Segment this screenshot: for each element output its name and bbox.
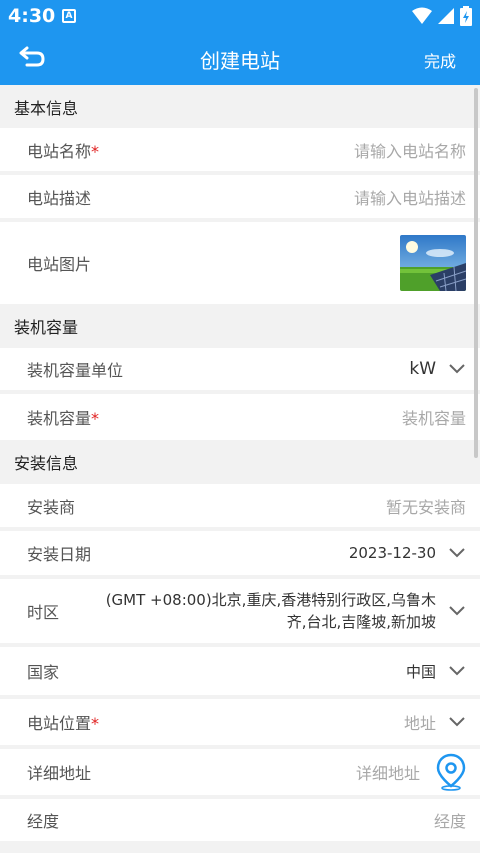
installer-value[interactable]: 暂无安装商 [386, 494, 466, 518]
battery-icon [460, 6, 472, 26]
install-date-select[interactable]: 2023-12-30 [349, 544, 436, 562]
section-install-info: 安装信息 [0, 440, 480, 484]
station-name-label: 电站名称* [27, 141, 100, 161]
chevron-down-icon [449, 548, 465, 558]
capacity-label: 装机容量* [27, 409, 100, 428]
capacity-unit-row[interactable]: 装机容量单位 kW [0, 348, 480, 394]
install-date-row[interactable]: 安装日期 2023-12-30 [0, 531, 480, 579]
detail-address-row[interactable]: 详细地址 详细地址 [0, 749, 480, 799]
timezone-row[interactable]: 时区 (GMT +08:00)北京,重庆,香港特别行政区,乌鲁木齐,台北,吉隆坡… [0, 579, 480, 647]
longitude-row[interactable]: 经度 经度 [0, 799, 480, 845]
solar-panel-image [400, 235, 466, 291]
chevron-down-icon [449, 666, 465, 676]
station-name-row[interactable]: 电站名称* 请输入电站名称 [0, 128, 480, 175]
install-date-label: 安装日期 [27, 545, 92, 564]
section-basic-info: 基本信息 [0, 85, 480, 128]
status-time: 4:30 [8, 5, 56, 27]
station-location-select[interactable]: 地址 [404, 710, 436, 734]
app-bar: 创建电站 完成 [0, 32, 480, 85]
longitude-input[interactable]: 经度 [434, 808, 466, 832]
station-desc-row[interactable]: 电站描述 请输入电站描述 [0, 175, 480, 222]
timezone-select[interactable]: (GMT +08:00)北京,重庆,香港特别行政区,乌鲁木齐,台北,吉隆坡,新加… [96, 589, 436, 633]
notification-a-icon: A [62, 9, 76, 23]
detail-address-label: 详细地址 [27, 764, 92, 783]
station-location-row[interactable]: 电站位置* 地址 [0, 699, 480, 749]
installer-label: 安装商 [27, 497, 76, 517]
timezone-label: 时区 [27, 603, 60, 622]
chevron-down-icon [449, 717, 465, 727]
chevron-down-icon [449, 364, 465, 374]
capacity-input[interactable]: 装机容量 [402, 405, 466, 429]
country-select[interactable]: 中国 [406, 661, 436, 682]
location-pin-icon[interactable] [436, 753, 466, 791]
capacity-unit-select[interactable]: kW [409, 359, 436, 379]
station-desc-label: 电站描述 [27, 188, 92, 208]
section-capacity: 装机容量 [0, 304, 480, 348]
chevron-down-icon [449, 606, 465, 616]
wifi-icon [412, 7, 432, 24]
scrollbar[interactable] [474, 88, 478, 458]
page-title: 创建电站 [200, 49, 280, 73]
capacity-row[interactable]: 装机容量* 装机容量 [0, 394, 480, 440]
station-name-input[interactable]: 请输入电站名称 [354, 138, 466, 162]
form-content: 基本信息 电站名称* 请输入电站名称 电站描述 请输入电站描述 电站图片 装机容… [0, 85, 480, 853]
country-label: 国家 [27, 663, 60, 682]
station-desc-input[interactable]: 请输入电站描述 [354, 185, 466, 209]
detail-address-input[interactable]: 详细地址 [356, 760, 420, 784]
installer-row[interactable]: 安装商 暂无安装商 [0, 484, 480, 531]
station-location-label: 电站位置* [27, 714, 100, 733]
longitude-label: 经度 [27, 812, 60, 831]
capacity-unit-label: 装机容量单位 [27, 361, 124, 380]
country-row[interactable]: 国家 中国 [0, 647, 480, 699]
station-photo-label: 电站图片 [27, 255, 92, 274]
status-icons [412, 6, 472, 26]
station-photo-thumbnail[interactable] [400, 235, 466, 291]
status-bar: 4:30 A [0, 0, 480, 32]
station-photo-row[interactable]: 电站图片 [0, 222, 480, 304]
signal-icon [438, 8, 454, 24]
done-button[interactable]: 完成 [424, 48, 456, 72]
